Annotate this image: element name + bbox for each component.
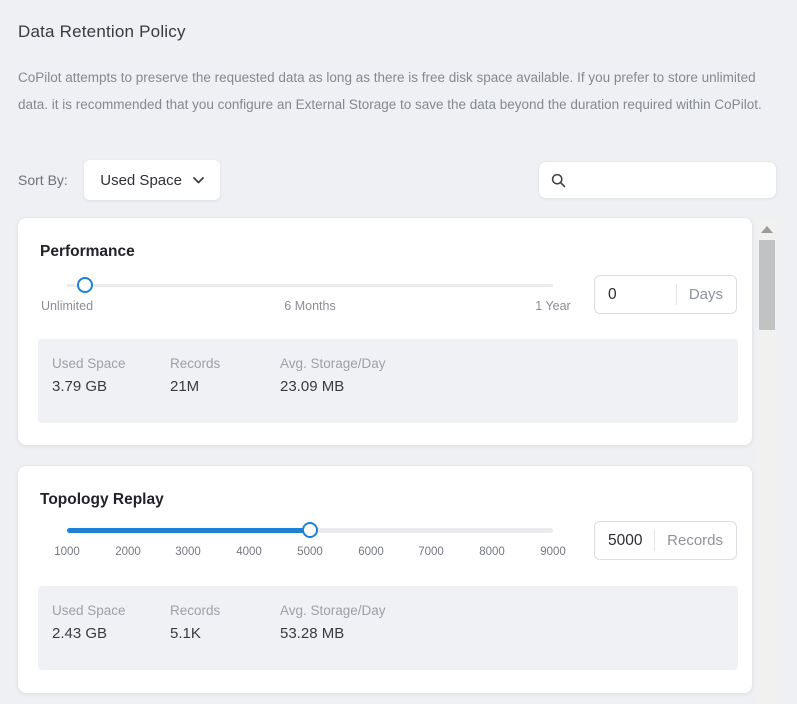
topology-stats-panel: Used Space 2.43 GB Records 5.1K Avg. Sto… bbox=[38, 586, 738, 670]
stat-value: 53.28 MB bbox=[280, 625, 738, 642]
slider-handle[interactable] bbox=[302, 522, 318, 538]
topology-replay-retention-slider: 1000 2000 3000 4000 5000 6000 7000 8000 … bbox=[18, 466, 578, 566]
stat-label: Avg. Storage/Day bbox=[280, 603, 738, 618]
page-description: CoPilot attempts to preserve the request… bbox=[18, 64, 776, 118]
stat-avg-storage: Avg. Storage/Day 53.28 MB bbox=[280, 603, 738, 670]
topology-records-input[interactable] bbox=[595, 522, 654, 559]
performance-retention-input-group: Days bbox=[594, 275, 737, 314]
stat-label: Records bbox=[170, 603, 280, 618]
slider-tick-label: 3000 bbox=[175, 546, 201, 558]
performance-stats-panel: Used Space 3.79 GB Records 21M Avg. Stor… bbox=[38, 339, 738, 423]
slider-tick-label: 1 Year bbox=[535, 299, 570, 313]
slider-track[interactable] bbox=[67, 284, 553, 287]
slider-tick-label: 7000 bbox=[418, 546, 444, 558]
stat-value: 2.43 GB bbox=[52, 625, 170, 642]
slider-tick-label: 6 Months bbox=[284, 299, 335, 313]
slider-tick-label: 5000 bbox=[297, 546, 323, 558]
slider-tick-label: 4000 bbox=[236, 546, 262, 558]
vertical-scrollbar[interactable] bbox=[757, 218, 777, 704]
toolbar: Sort By: Used Space bbox=[18, 160, 777, 200]
topology-retention-input-group: Records bbox=[594, 521, 737, 560]
performance-retention-slider: Unlimited 6 Months 1 Year bbox=[18, 218, 578, 318]
slider-handle[interactable] bbox=[77, 277, 93, 293]
stat-label: Used Space bbox=[52, 356, 170, 371]
stat-value: 3.79 GB bbox=[52, 378, 170, 395]
sort-by-dropdown[interactable]: Used Space bbox=[84, 160, 220, 200]
slider-tick-label: 1000 bbox=[54, 546, 80, 558]
page-title: Data Retention Policy bbox=[18, 22, 186, 42]
slider-track-fill bbox=[67, 528, 310, 533]
scroll-up-arrow-icon[interactable] bbox=[761, 226, 773, 233]
slider-tick-label: 2000 bbox=[115, 546, 141, 558]
stat-records: Records 5.1K bbox=[170, 603, 280, 670]
stat-value: 5.1K bbox=[170, 625, 280, 642]
search-icon bbox=[551, 173, 566, 188]
stat-label: Records bbox=[170, 356, 280, 371]
sort-by-label: Sort By: bbox=[18, 160, 68, 200]
performance-card: Performance Unlimited 6 Months 1 Year Da… bbox=[18, 218, 752, 445]
topology-replay-card: Topology Replay 1000 2000 3000 4000 5000… bbox=[18, 466, 752, 693]
sort-by-selected-value: Used Space bbox=[100, 172, 182, 189]
scrollbar-thumb[interactable] bbox=[759, 240, 775, 330]
stat-used-space: Used Space 3.79 GB bbox=[52, 356, 170, 423]
chevron-down-icon bbox=[193, 177, 204, 184]
data-retention-policy-page: Data Retention Policy CoPilot attempts t… bbox=[0, 0, 797, 704]
stat-label: Avg. Storage/Day bbox=[280, 356, 738, 371]
stat-label: Used Space bbox=[52, 603, 170, 618]
search-box[interactable] bbox=[538, 161, 777, 199]
performance-days-input[interactable] bbox=[595, 276, 676, 313]
stat-records: Records 21M bbox=[170, 356, 280, 423]
stat-value: 23.09 MB bbox=[280, 378, 738, 395]
days-unit-label: Days bbox=[676, 276, 736, 313]
search-input[interactable] bbox=[575, 172, 764, 188]
slider-tick-label: 8000 bbox=[479, 546, 505, 558]
slider-tick-label: Unlimited bbox=[41, 299, 93, 313]
stat-value: 21M bbox=[170, 378, 280, 395]
slider-tick-label: 9000 bbox=[540, 546, 566, 558]
stat-used-space: Used Space 2.43 GB bbox=[52, 603, 170, 670]
records-unit-label: Records bbox=[654, 522, 736, 559]
slider-tick-label: 6000 bbox=[358, 546, 384, 558]
stat-avg-storage: Avg. Storage/Day 23.09 MB bbox=[280, 356, 738, 423]
